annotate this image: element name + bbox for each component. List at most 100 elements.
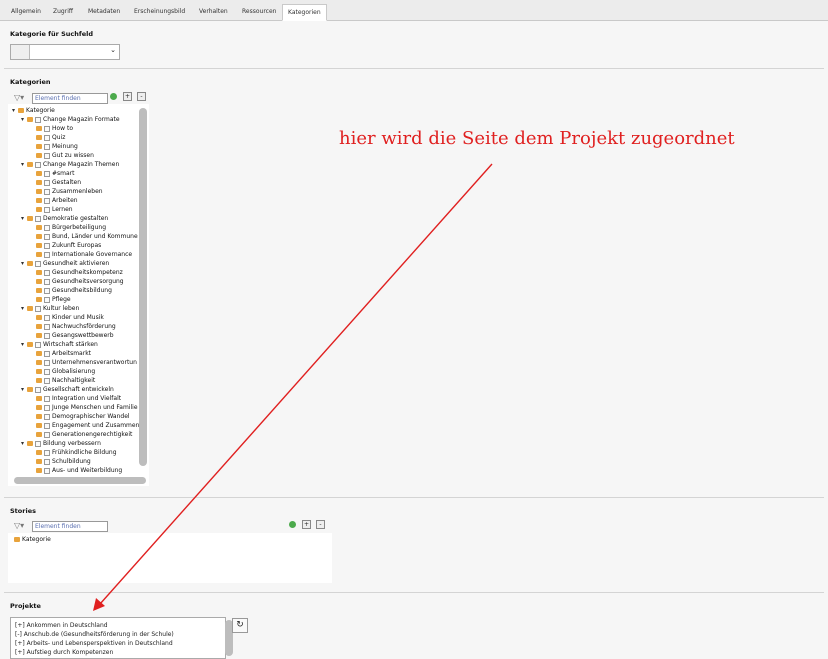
checkbox[interactable] [44, 422, 50, 429]
tree-node[interactable]: ▾ Change Magazin Themen [21, 160, 119, 169]
tree-node[interactable]: Gesundheitsbildung [30, 286, 112, 295]
checkbox[interactable] [44, 359, 50, 366]
collapse-all-icon[interactable]: - [137, 92, 146, 101]
tab-ressourcen[interactable]: Ressourcen [237, 4, 281, 20]
tree-node[interactable]: Kinder und Musik [30, 313, 104, 322]
kategorie-suchfeld-select[interactable]: ⌄ [10, 44, 120, 60]
collapse-all-icon[interactable]: - [316, 520, 325, 529]
tree-node[interactable]: Gesundheitskompetenz [30, 268, 123, 277]
checkbox[interactable] [44, 206, 50, 213]
tree-node[interactable]: Arbeiten [30, 196, 78, 205]
tree-node[interactable]: Gesangswettbewerb [30, 331, 114, 340]
checkbox[interactable] [44, 377, 50, 384]
checkbox[interactable] [44, 251, 50, 258]
expand-all-icon[interactable]: + [302, 520, 311, 529]
checkbox[interactable] [44, 152, 50, 159]
filter-icon[interactable]: ▽▾ [14, 93, 24, 102]
tree-node[interactable]: ▾ Kultur leben [21, 304, 79, 313]
checkbox[interactable] [44, 134, 50, 141]
checkbox[interactable] [44, 278, 50, 285]
tree-node[interactable]: Gesundheitsversorgung [30, 277, 124, 286]
tab-zugriff[interactable]: Zugriff [48, 4, 78, 20]
tree-node[interactable]: Engagement und Zusammen [30, 421, 139, 430]
tree-node[interactable]: Bund, Länder und Kommune [30, 232, 138, 241]
tab-erscheinungsbild[interactable]: Erscheinungsbild [129, 4, 190, 20]
tree-node[interactable]: ▾ Change Magazin Formate [21, 115, 120, 124]
checkbox[interactable] [35, 386, 41, 393]
tree-node[interactable]: Nachwuchsförderung [30, 322, 116, 331]
checkbox[interactable] [35, 260, 41, 267]
tree-node[interactable]: Unternehmensverantwortun [30, 358, 137, 367]
checkbox[interactable] [35, 215, 41, 222]
checkbox[interactable] [44, 395, 50, 402]
tab-metadaten[interactable]: Metadaten [83, 4, 125, 20]
tree-node[interactable]: Schulbildung [30, 457, 91, 466]
checkbox[interactable] [44, 314, 50, 321]
undo-button[interactable]: ↻ [232, 618, 248, 633]
checkbox[interactable] [44, 332, 50, 339]
checkbox[interactable] [44, 323, 50, 330]
checkbox[interactable] [44, 404, 50, 411]
checkbox[interactable] [44, 413, 50, 420]
tree-node[interactable]: Generationengerechtigkeit [30, 430, 132, 439]
tree-node[interactable]: Bürgerbeteiligung [30, 223, 106, 232]
checkbox[interactable] [44, 233, 50, 240]
checkbox[interactable] [35, 116, 41, 123]
projekte-list[interactable]: [+] Ankommen in Deutschland [-] Anschub.… [10, 617, 226, 659]
refresh-icon[interactable] [110, 93, 117, 100]
checkbox[interactable] [44, 458, 50, 465]
checkbox[interactable] [44, 287, 50, 294]
tree-node[interactable]: Junge Menschen und Familie [30, 403, 138, 412]
checkbox[interactable] [44, 188, 50, 195]
kategorien-vertical-scrollbar[interactable] [139, 108, 147, 466]
stories-filter-input[interactable]: Element finden [32, 521, 108, 532]
checkbox[interactable] [44, 197, 50, 204]
tree-node[interactable]: How to [30, 124, 73, 133]
tree-node[interactable]: ▾ Demokratie gestalten [21, 214, 108, 223]
tree-node[interactable]: Kategorie [14, 535, 51, 544]
tree-node[interactable]: ▾ Gesundheit aktivieren [21, 259, 109, 268]
tree-node[interactable]: Zukunft Europas [30, 241, 101, 250]
tree-node[interactable]: ▾ Bildung verbessern [21, 439, 101, 448]
checkbox[interactable] [44, 269, 50, 276]
tree-node[interactable]: ▾ Gesellschaft entwickeln [21, 385, 114, 394]
checkbox[interactable] [35, 161, 41, 168]
list-item[interactable]: [+] Ankommen in Deutschland [11, 621, 225, 630]
checkbox[interactable] [44, 125, 50, 132]
checkbox[interactable] [44, 242, 50, 249]
list-item[interactable]: [-] Anschub.de (Gesundheitsförderung in … [11, 630, 225, 639]
tree-node[interactable]: Meinung [30, 142, 78, 151]
checkbox[interactable] [44, 467, 50, 474]
tree-node[interactable]: Integration und Vielfalt [30, 394, 121, 403]
checkbox[interactable] [44, 170, 50, 177]
tree-node[interactable]: Quiz [30, 133, 65, 142]
tree-node[interactable]: Frühkindliche Bildung [30, 448, 117, 457]
tree-node[interactable]: Zusammenleben [30, 187, 103, 196]
tree-node[interactable]: Demographischer Wandel [30, 412, 130, 421]
kategorien-filter-input[interactable]: Element finden [32, 93, 108, 104]
checkbox[interactable] [35, 305, 41, 312]
checkbox[interactable] [44, 143, 50, 150]
tree-node[interactable]: ▾ Wirtschaft stärken [21, 340, 98, 349]
tree-node[interactable]: ▾ Kategorie [12, 106, 55, 115]
checkbox[interactable] [35, 341, 41, 348]
kategorien-horizontal-scrollbar[interactable] [14, 477, 146, 484]
filter-icon[interactable]: ▽▾ [14, 521, 24, 530]
checkbox[interactable] [44, 431, 50, 438]
checkbox[interactable] [44, 224, 50, 231]
tree-node[interactable]: Arbeitsmarkt [30, 349, 91, 358]
checkbox[interactable] [44, 179, 50, 186]
tree-node[interactable]: Nachhaltigkeit [30, 376, 95, 385]
list-item[interactable]: [+] Arbeits- und Lebensperspektiven in D… [11, 639, 225, 648]
checkbox[interactable] [44, 449, 50, 456]
checkbox[interactable] [35, 440, 41, 447]
expand-all-icon[interactable]: + [123, 92, 132, 101]
tab-allgemein[interactable]: Allgemein [6, 4, 46, 20]
tree-node[interactable]: Globalisierung [30, 367, 95, 376]
checkbox[interactable] [44, 368, 50, 375]
tree-node[interactable]: #smart [30, 169, 75, 178]
checkbox[interactable] [44, 350, 50, 357]
tree-node[interactable]: Internationale Governance [30, 250, 132, 259]
tree-node[interactable]: Gestalten [30, 178, 81, 187]
tree-node[interactable]: Lernen [30, 205, 73, 214]
